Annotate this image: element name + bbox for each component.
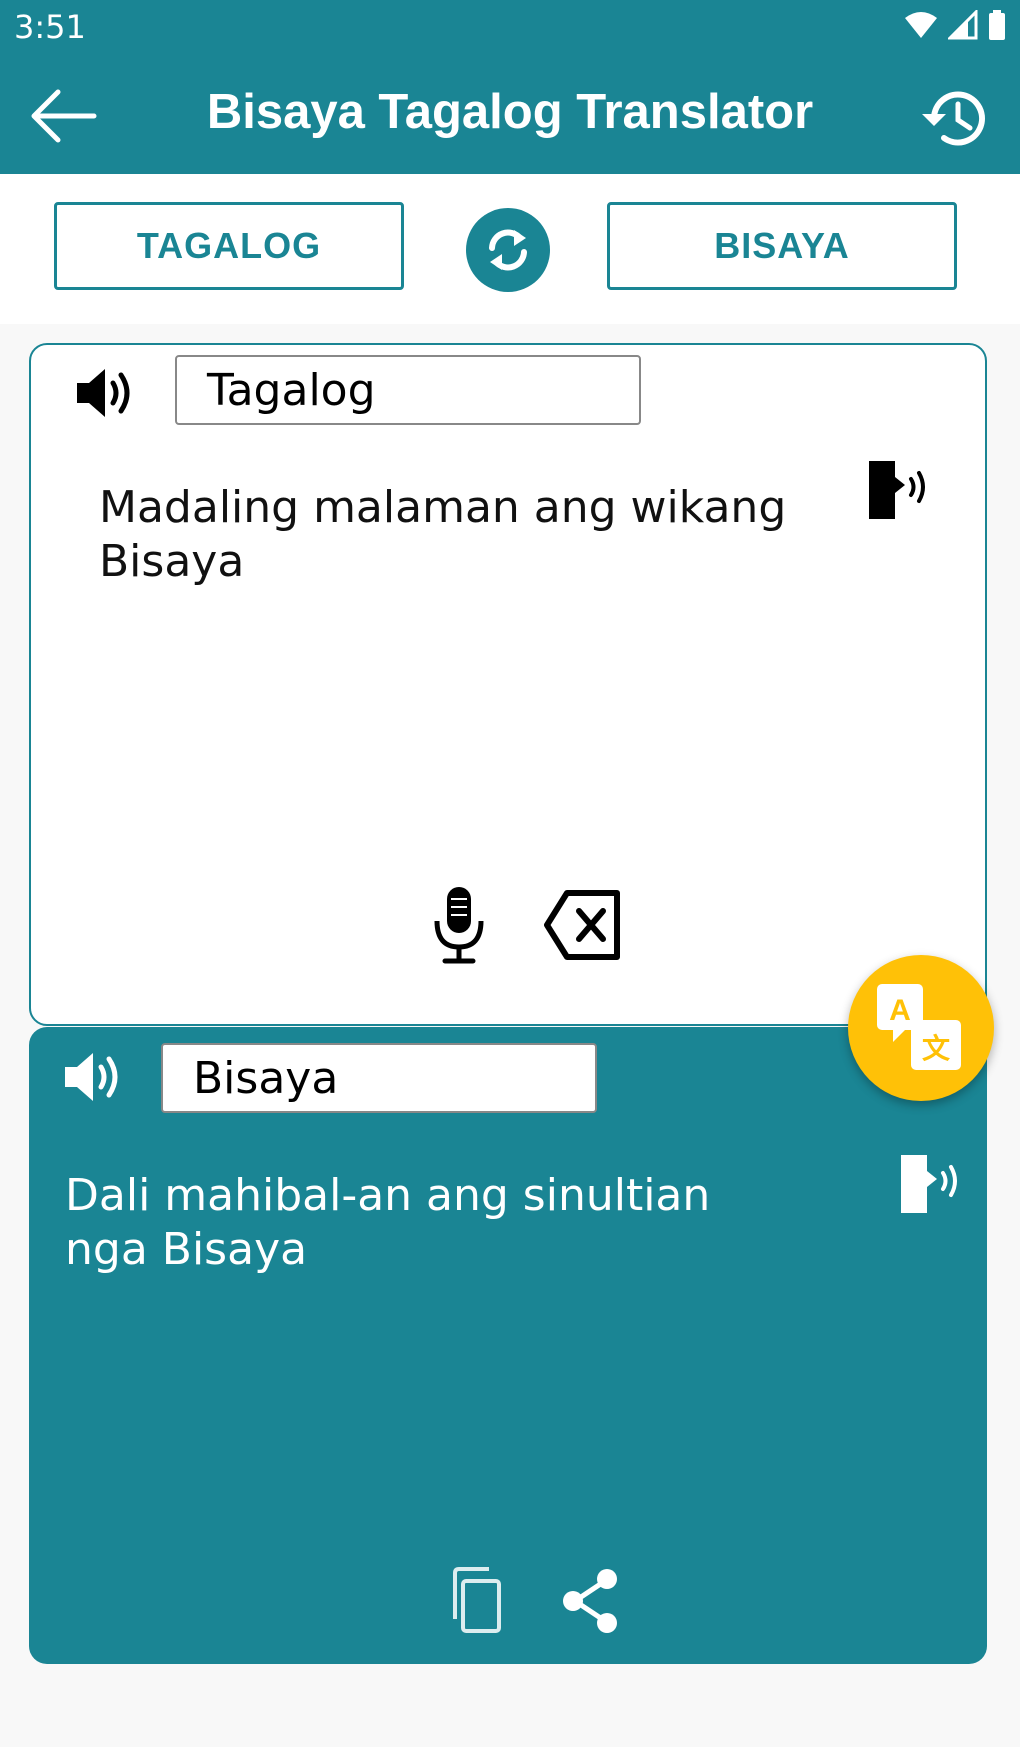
microphone-button[interactable] <box>431 885 487 965</box>
app-bar: Bisaya Tagalog Translator <box>0 56 1020 174</box>
svg-text:A: A <box>889 994 911 1027</box>
target-voice-button[interactable] <box>899 1151 963 1217</box>
history-icon <box>922 91 985 146</box>
share-button[interactable] <box>559 1567 623 1635</box>
voice-speak-icon <box>869 461 925 519</box>
output-card: Bisaya Dali mahibal-an ang sinultian nga… <box>29 1027 987 1664</box>
signal-icon <box>948 10 978 40</box>
target-language-button[interactable]: BISAYA <box>607 202 957 290</box>
voice-speak-icon <box>901 1155 957 1213</box>
speaker-icon <box>65 1053 118 1101</box>
target-language-label: Bisaya <box>161 1043 597 1113</box>
swap-languages-button[interactable] <box>466 208 550 292</box>
share-icon <box>563 1569 617 1633</box>
wifi-icon <box>905 12 937 38</box>
status-icons <box>904 10 1006 40</box>
translate-icon: A 文 <box>877 984 961 1070</box>
page-title: Bisaya Tagalog Translator <box>206 85 814 139</box>
svg-text:文: 文 <box>922 1032 950 1065</box>
source-language-button[interactable]: TAGALOG <box>54 202 404 290</box>
source-language-label: Tagalog <box>175 355 641 425</box>
clear-text-button[interactable] <box>543 885 623 965</box>
input-card: Tagalog Madaling malaman ang wikang Bisa… <box>29 343 987 1026</box>
target-speak-button[interactable] <box>63 1051 127 1103</box>
backspace-icon <box>544 890 620 960</box>
status-bar: 3:51 <box>0 0 1020 56</box>
swap-icon <box>489 229 527 271</box>
language-selector: TAGALOG BISAYA <box>0 174 1020 324</box>
copy-button[interactable] <box>449 1567 505 1635</box>
source-speak-button[interactable] <box>75 367 139 419</box>
source-voice-button[interactable] <box>867 457 931 523</box>
translated-text: Dali mahibal-an ang sinultian nga Bisaya <box>65 1170 711 1275</box>
history-button[interactable] <box>920 86 988 150</box>
speaker-icon <box>77 369 130 417</box>
status-time: 3:51 <box>14 8 86 46</box>
microphone-icon <box>434 887 484 964</box>
translate-fab-button[interactable]: A 文 <box>848 955 994 1101</box>
copy-icon <box>453 1567 501 1633</box>
battery-icon <box>989 10 1005 40</box>
source-text-input[interactable]: Madaling malaman ang wikang Bisaya <box>99 481 799 589</box>
